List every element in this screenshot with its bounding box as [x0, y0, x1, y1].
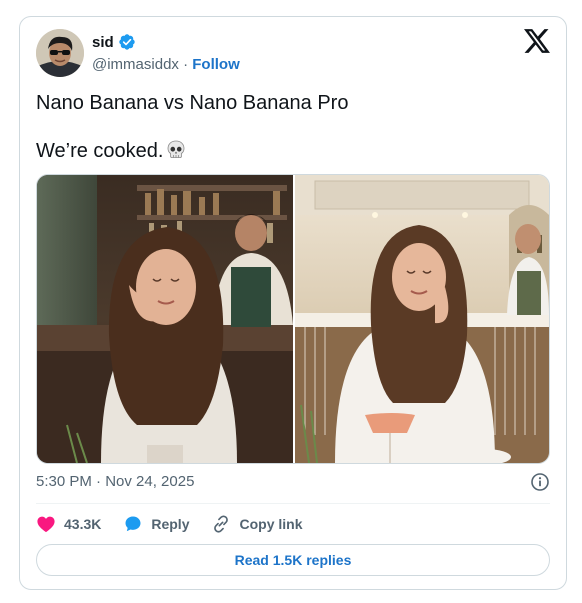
copy-link-label: Copy link [239, 516, 303, 532]
reply-bubble-icon [125, 516, 141, 532]
divider [36, 503, 550, 504]
media-image-right[interactable] [295, 175, 549, 463]
x-logo-icon[interactable] [524, 29, 550, 53]
action-bar: 43.3K Reply Copy link [36, 511, 325, 537]
handle-row: @immasiddx · Follow [92, 56, 240, 73]
verified-badge-icon [118, 33, 136, 51]
follow-button[interactable]: Follow [192, 56, 240, 73]
tweet-text: Nano Banana vs Nano Banana Pro We’re coo… [36, 91, 550, 187]
tweet-line-1: Nano Banana vs Nano Banana Pro [36, 92, 349, 114]
tweet-header: sid @immasiddx · Follow [36, 29, 550, 81]
reply-label: Reply [151, 516, 190, 532]
media-grid [36, 174, 550, 464]
like-button[interactable]: 43.3K [36, 515, 101, 533]
tweet-timestamp[interactable]: 5:30 PM · Nov 24, 2025 [36, 473, 194, 490]
handle[interactable]: @immasiddx [92, 56, 179, 73]
separator: · [178, 56, 193, 73]
tweet-line-2: We’re cooked. [36, 140, 164, 162]
like-count: 43.3K [64, 516, 102, 532]
copy-link-button[interactable]: Copy link [211, 514, 303, 534]
skull-icon [165, 139, 187, 161]
read-replies-button[interactable]: Read 1.5K replies [36, 544, 550, 576]
reply-button[interactable]: Reply [123, 514, 189, 534]
tweet-card: sid @immasiddx · Follow Nano Banana vs N… [19, 16, 567, 590]
info-icon[interactable] [530, 472, 550, 492]
heart-icon [37, 516, 55, 533]
avatar[interactable] [36, 29, 84, 77]
link-icon [214, 515, 229, 533]
name-row: sid [92, 33, 136, 51]
tweet-line-2-wrapper: We’re cooked. [36, 139, 550, 163]
display-name[interactable]: sid [92, 34, 114, 51]
media-image-left[interactable] [37, 175, 293, 463]
